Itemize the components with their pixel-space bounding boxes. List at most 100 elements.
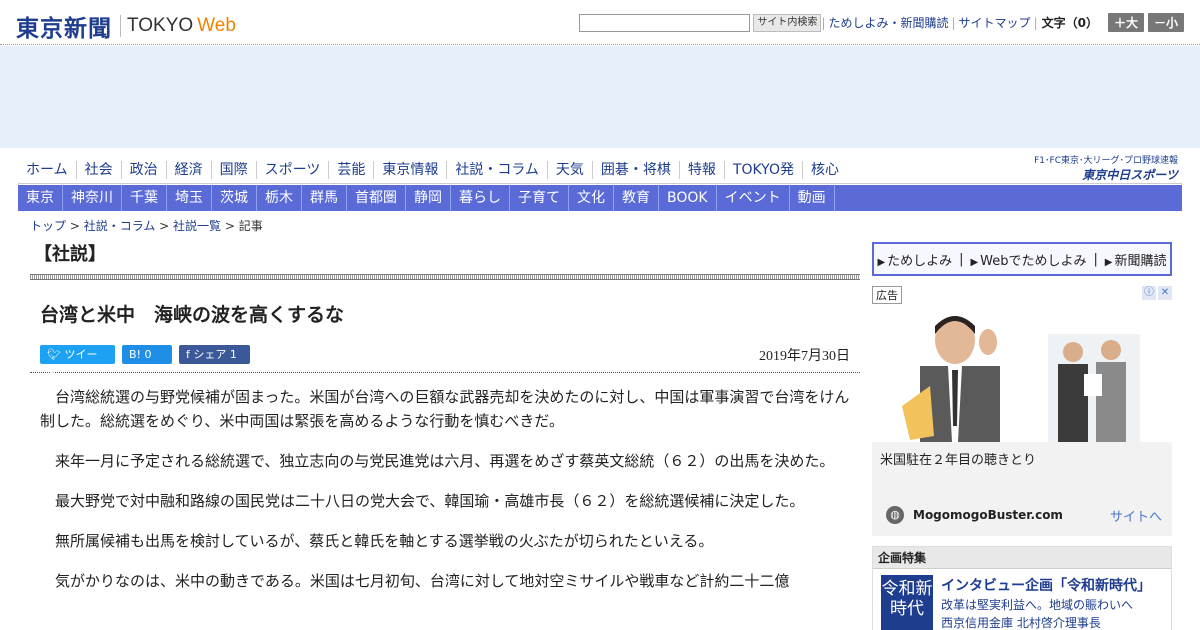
primary-nav-item[interactable]: スポーツ <box>255 161 329 179</box>
feature-text: インタビュー企画「令和新時代」 改革は堅実利益へ。地域の賑わいへ 西京信用金庫 … <box>941 575 1151 630</box>
top-ad-banner[interactable] <box>0 46 1200 148</box>
regional-nav-item[interactable]: 埼玉 <box>167 185 212 211</box>
site-logo[interactable]: 東京新聞 TOKYO Web <box>16 9 236 43</box>
header-tools: サイト内検索 | ためしよみ・新聞購読 | サイトマップ | 文字（0） ＋大 … <box>579 13 1184 32</box>
divider: | <box>951 15 956 30</box>
ad-label: 広告 <box>872 286 902 304</box>
primary-nav-item[interactable]: 社説・コラム <box>446 161 547 179</box>
tweet-button[interactable]: 🐦︎ ツイート <box>40 345 115 380</box>
regional-nav-item[interactable]: 教育 <box>614 185 659 211</box>
primary-nav-item[interactable]: 政治 <box>120 161 166 179</box>
divider: | <box>821 15 826 30</box>
logo-web: Web <box>197 15 236 36</box>
regional-nav-item[interactable]: 栃木 <box>257 185 302 211</box>
breadcrumb-editorial-list[interactable]: 社説一覧 <box>173 219 221 233</box>
logo-japanese: 東京新聞 <box>16 15 112 42</box>
primary-nav-item[interactable]: 囲碁・将棋 <box>591 161 679 179</box>
regional-nav-item[interactable]: 首都圏 <box>347 185 406 211</box>
primary-nav-item[interactable]: 核心 <box>801 161 847 179</box>
breadcrumb-top[interactable]: トップ <box>30 219 66 233</box>
primary-nav-item[interactable]: 芸能 <box>328 161 373 179</box>
feature-box: 企画特集 令和新時代 インタビュー企画「令和新時代」 改革は堅実利益へ。地域の賑… <box>872 546 1172 630</box>
regional-nav-item[interactable]: イベント <box>717 185 790 211</box>
ad-site-link[interactable]: サイトへ <box>1110 506 1162 525</box>
primary-nav-item[interactable]: TOKYO発 <box>723 161 802 179</box>
ad-site: ◍ MogomogoBuster.com <box>886 506 1063 524</box>
ad-title[interactable]: 米国駐在２年目の聴きとり <box>880 449 1164 468</box>
section-heading: 【社説】 <box>34 244 106 265</box>
feature-badge: 令和新時代 <box>881 575 933 630</box>
feature-description[interactable]: 改革は堅実利益へ。地域の賑わいへ <box>941 597 1151 613</box>
divider: | <box>1033 15 1038 30</box>
article: 【社説】 台湾と米中 海峡の波を高くするな 🐦︎ ツイート B! 0 f シェア… <box>30 240 860 609</box>
sitemap-link[interactable]: サイトマップ <box>959 14 1031 31</box>
feature-title[interactable]: インタビュー企画「令和新時代」 <box>941 575 1151 595</box>
regional-nav-item[interactable]: BOOK <box>659 185 717 211</box>
subscribe-web-trial-label: Webでためしよみ <box>980 253 1087 269</box>
regional-nav-item[interactable]: 千葉 <box>122 185 167 211</box>
primary-nav-item[interactable]: 社会 <box>75 161 121 179</box>
article-body: 台湾総統選の与野党候補が固まった。米国が台湾への巨額な武器売却を決めたのに対し、… <box>30 385 860 593</box>
article-rule <box>30 372 860 373</box>
article-paragraph: 来年一月に予定される総統選で、独立志向の与党民進党は六月、再選をめざす蔡英文総統… <box>55 452 835 470</box>
breadcrumb-sep: > <box>221 219 239 233</box>
regional-nav-item[interactable]: 神奈川 <box>63 185 122 211</box>
primary-nav-item[interactable]: 特報 <box>678 161 724 179</box>
regional-nav-item[interactable]: 子育て <box>510 185 569 211</box>
ad-image[interactable] <box>872 304 1172 442</box>
breadcrumb-editorial-column[interactable]: 社説・コラム <box>84 219 156 233</box>
breadcrumb-sep: > <box>155 219 174 233</box>
site-header: 東京新聞 TOKYO Web サイト内検索 | ためしよみ・新聞購読 | サイト… <box>0 0 1200 45</box>
ad-text-block[interactable]: 米国駐在２年目の聴きとり ◍ MogomogoBuster.com サイトへ <box>872 442 1172 536</box>
regional-nav-item[interactable]: 東京 <box>18 185 63 211</box>
ad-close-icon[interactable]: ✕ <box>1158 286 1172 300</box>
primary-nav-item[interactable]: 天気 <box>546 161 592 179</box>
search-button[interactable]: サイト内検索 <box>753 13 822 32</box>
regional-nav-list: 東京 神奈川 千葉 埼玉 茨城 栃木 群馬 首都圏 静岡 暮らし 子育て 文化 教育 BOOK イベント 動画 <box>18 185 1182 211</box>
globe-icon: ◍ <box>886 506 904 524</box>
article-paragraph: 無所属候補も出馬を検討しているが、蔡氏と韓氏を軸とする選挙戦の火ぶたが切られたと… <box>55 532 714 550</box>
subscribe-web-trial-link[interactable]: ▶ Webでためしよみ <box>970 250 1086 269</box>
breadcrumb-current: 記事 <box>238 219 263 233</box>
sports-banner[interactable]: F1･FC東京･大リーグ･プロ野球速報 東京中日スポーツ <box>1034 153 1178 183</box>
feature-item[interactable]: 令和新時代 インタビュー企画「令和新時代」 改革は堅実利益へ。地域の賑わいへ 西… <box>873 569 1171 630</box>
primary-nav-item[interactable]: 国際 <box>210 161 256 179</box>
primary-nav: ホーム 社会 政治 経済 国際 スポーツ 芸能 東京情報 社説・コラム 天気 囲碁・将棋 特報 TOKY… <box>18 156 1182 184</box>
breadcrumb: トップ > 社説・コラム > 社説一覧 > 記事 <box>30 217 263 234</box>
sports-banner-tagline: F1･FC東京･大リーグ･プロ野球速報 <box>1034 156 1178 166</box>
ad-businessmen-image <box>1048 334 1140 442</box>
search-input[interactable] <box>579 13 751 32</box>
regional-nav-item[interactable]: 静岡 <box>406 185 451 211</box>
facebook-share-button[interactable]: f シェア 1 <box>179 345 250 364</box>
font-size-label: 文字（0） <box>1041 16 1098 30</box>
regional-nav-item[interactable]: 暮らし <box>451 185 510 211</box>
article-paragraph: 台湾総統選の与野党候補が固まった。米国が台湾への巨額な武器売却を決めたのに対し、… <box>40 388 850 430</box>
subscribe-trial-link[interactable]: ▶ ためしよみ <box>877 250 952 269</box>
feature-description[interactable]: 西京信用金庫 北村啓介理事長 <box>941 615 1151 630</box>
regional-nav-item[interactable]: 文化 <box>569 185 614 211</box>
primary-nav-item[interactable]: 経済 <box>165 161 211 179</box>
article-date: 2019年7月30日 <box>759 349 850 364</box>
primary-nav-item[interactable]: ホーム <box>18 161 76 179</box>
feature-header: 企画特集 <box>873 547 1171 569</box>
regional-nav-item[interactable]: 群馬 <box>302 185 347 211</box>
trial-subscribe-link[interactable]: ためしよみ・新聞購読 <box>828 14 948 31</box>
ad-choices[interactable]: ⓘ ✕ <box>1140 286 1172 300</box>
logo-english: TOKYO <box>127 15 194 36</box>
sidebar: ▶ ためしよみ | ▶ Webでためしよみ | ▶ 新聞購読 広告 ⓘ ✕ 米国駐在２… <box>872 242 1172 630</box>
primary-nav-item[interactable]: 東京情報 <box>373 161 446 179</box>
article-paragraph: 最大野党で対中融和路線の国民党は二十八日の党大会で、韓国瑜・高雄市長（６２）を総… <box>55 492 805 510</box>
font-smaller-button[interactable]: －小 <box>1147 13 1184 32</box>
font-bigger-button[interactable]: ＋大 <box>1107 13 1144 32</box>
hatena-bookmark-button[interactable]: B! 0 <box>122 345 172 364</box>
subscribe-newspaper-link[interactable]: ▶ 新聞購読 <box>1105 250 1167 269</box>
arrow-icon: ▶ <box>970 256 979 268</box>
article-title: 台湾と米中 海峡の波を高くするな <box>40 304 345 326</box>
divider: | <box>1093 251 1098 267</box>
regional-nav-item[interactable]: 茨城 <box>212 185 257 211</box>
subscribe-box: ▶ ためしよみ | ▶ Webでためしよみ | ▶ 新聞購読 <box>872 242 1172 276</box>
divider: | <box>959 251 964 267</box>
ad-info-icon[interactable]: ⓘ <box>1142 286 1156 300</box>
regional-nav-item[interactable]: 動画 <box>790 185 835 211</box>
sports-banner-logo: 東京中日スポーツ <box>1082 168 1178 182</box>
